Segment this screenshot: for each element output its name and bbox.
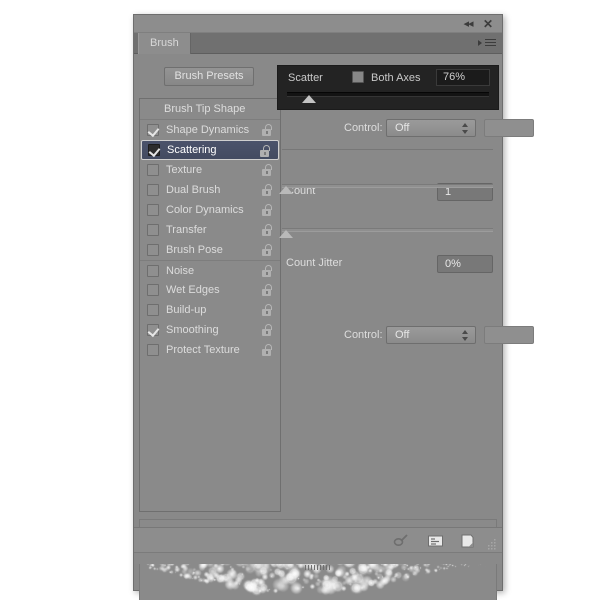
resize-grip-icon[interactable] — [305, 557, 331, 562]
scatter-slider-track[interactable] — [287, 92, 489, 97]
double-chevron-left-icon[interactable]: ◂◂ — [461, 18, 475, 31]
checkbox[interactable] — [147, 124, 159, 136]
unlocked-padlock-icon[interactable] — [262, 284, 273, 296]
list-item[interactable]: Noise — [140, 260, 280, 280]
close-icon[interactable]: ✕ — [481, 18, 495, 31]
scatter-section: Scatter Both Axes 76% — [277, 65, 499, 110]
panel-menu-line — [485, 42, 496, 43]
checkbox[interactable] — [147, 244, 159, 256]
checkbox[interactable] — [147, 324, 159, 336]
checkbox[interactable] — [147, 184, 159, 196]
scatter-control-label: Control: — [344, 122, 383, 134]
panel-menu-line — [485, 39, 496, 40]
checkbox[interactable] — [147, 284, 159, 296]
list-item[interactable]: Brush Pose — [140, 240, 280, 260]
both-axes-label: Both Axes — [371, 72, 421, 84]
list-item-label: Scattering — [167, 144, 217, 156]
tab-strip: Brush — [134, 33, 502, 54]
tab-brush[interactable]: Brush — [138, 33, 191, 54]
panel-body: Brush Presets Brush Tip Shape Shape Dyna… — [134, 54, 502, 564]
panel-title-bar[interactable]: ◂◂ ✕ — [134, 15, 502, 33]
list-item[interactable]: Wet Edges — [140, 280, 280, 300]
unlocked-padlock-icon[interactable] — [262, 324, 273, 336]
brush-tip-shape-header[interactable]: Brush Tip Shape — [140, 99, 280, 120]
checkbox[interactable] — [147, 204, 159, 216]
resize-corner-icon — [486, 537, 497, 548]
list-item-label: Texture — [166, 164, 202, 176]
checkbox[interactable] — [147, 304, 159, 316]
new-brush-icon[interactable] — [459, 533, 476, 549]
scatter-slider-thumb[interactable] — [302, 95, 316, 103]
list-item-label: Dual Brush — [166, 184, 220, 196]
count-jitter-slider-track[interactable] — [282, 228, 493, 232]
toggle-brush-settings-icon[interactable] — [393, 533, 410, 549]
scatter-control-value: Off — [395, 122, 409, 134]
list-item[interactable]: Shape Dynamics — [140, 120, 280, 140]
jitter-control-row: Control: Off — [282, 323, 497, 351]
jitter-control-value: Off — [395, 329, 409, 341]
unlocked-padlock-icon[interactable] — [262, 224, 273, 236]
unlocked-padlock-icon[interactable] — [262, 344, 273, 356]
count-jitter-row: Count Jitter 0% — [282, 251, 497, 279]
list-item-label: Wet Edges — [166, 284, 220, 296]
brush-presets-button[interactable]: Brush Presets — [164, 67, 254, 86]
panel-menu-line — [485, 45, 496, 46]
unlocked-padlock-icon[interactable] — [262, 124, 273, 136]
checkbox[interactable] — [147, 265, 159, 277]
count-slider-thumb[interactable] — [279, 186, 293, 194]
jitter-control-label: Control: — [344, 329, 383, 341]
both-axes-checkbox[interactable] — [352, 71, 364, 83]
unlocked-padlock-icon[interactable] — [262, 304, 273, 316]
panel-menu-triangle — [478, 40, 482, 46]
list-item[interactable]: Smoothing — [140, 320, 280, 340]
panel-resize-bar[interactable] — [134, 552, 502, 564]
list-item-label: Brush Pose — [166, 244, 223, 256]
count-jitter-label: Count Jitter — [286, 257, 342, 269]
list-item[interactable]: Color Dynamics — [140, 200, 280, 220]
checkbox[interactable] — [147, 224, 159, 236]
count-slider-track[interactable] — [282, 184, 493, 188]
unlocked-padlock-icon[interactable] — [262, 164, 273, 176]
scatter-label: Scatter — [288, 72, 323, 84]
count-jitter-slider-thumb[interactable] — [279, 230, 293, 238]
list-item-label: Shape Dynamics — [166, 124, 249, 136]
list-item[interactable]: Build-up — [140, 300, 280, 320]
screen-root: ◂◂ ✕ Brush Brush Presets Brush Tip Shape… — [0, 0, 600, 600]
list-item[interactable]: Texture — [140, 160, 280, 180]
list-item-label: Noise — [166, 265, 194, 277]
unlocked-padlock-icon[interactable] — [262, 184, 273, 196]
scatter-value-field[interactable]: 76% — [436, 69, 490, 86]
brush-panel: ◂◂ ✕ Brush Brush Presets Brush Tip Shape… — [133, 14, 503, 591]
scatter-control-extra-field[interactable] — [484, 119, 534, 137]
scatter-control-select[interactable]: Off — [386, 119, 476, 137]
scattering-settings: Scatter Both Axes 76% Control: Off — [282, 98, 497, 512]
jitter-control-select[interactable]: Off — [386, 326, 476, 344]
brush-options-list: Brush Tip Shape Shape Dynamics Scattering… — [139, 98, 281, 512]
scatter-control-row: Control: Off — [282, 116, 497, 144]
list-item-label: Smoothing — [166, 324, 219, 336]
checkbox[interactable] — [147, 164, 159, 176]
list-item[interactable]: Protect Texture — [140, 340, 280, 360]
unlocked-padlock-icon[interactable] — [262, 244, 273, 256]
divider — [282, 149, 493, 150]
jitter-control-extra-field[interactable] — [484, 326, 534, 344]
panel-menu-icon[interactable] — [478, 37, 496, 49]
list-item-label: Protect Texture — [166, 344, 240, 356]
unlocked-padlock-icon[interactable] — [260, 145, 271, 157]
list-item-label: Build-up — [166, 304, 206, 316]
chevron-updown-icon — [462, 123, 469, 134]
checkbox[interactable] — [148, 144, 160, 156]
count-jitter-value-field[interactable]: 0% — [437, 255, 493, 273]
list-item[interactable]: Scattering — [141, 140, 279, 160]
unlocked-padlock-icon[interactable] — [262, 204, 273, 216]
brush-preset-picker-icon[interactable] — [427, 533, 444, 549]
unlocked-padlock-icon[interactable] — [262, 265, 273, 277]
list-item-label: Transfer — [166, 224, 207, 236]
checkbox[interactable] — [147, 344, 159, 356]
chevron-updown-icon — [462, 330, 469, 341]
panel-footer — [134, 527, 502, 552]
list-item[interactable]: Dual Brush — [140, 180, 280, 200]
list-item[interactable]: Transfer — [140, 220, 280, 240]
list-item-label: Color Dynamics — [166, 204, 244, 216]
